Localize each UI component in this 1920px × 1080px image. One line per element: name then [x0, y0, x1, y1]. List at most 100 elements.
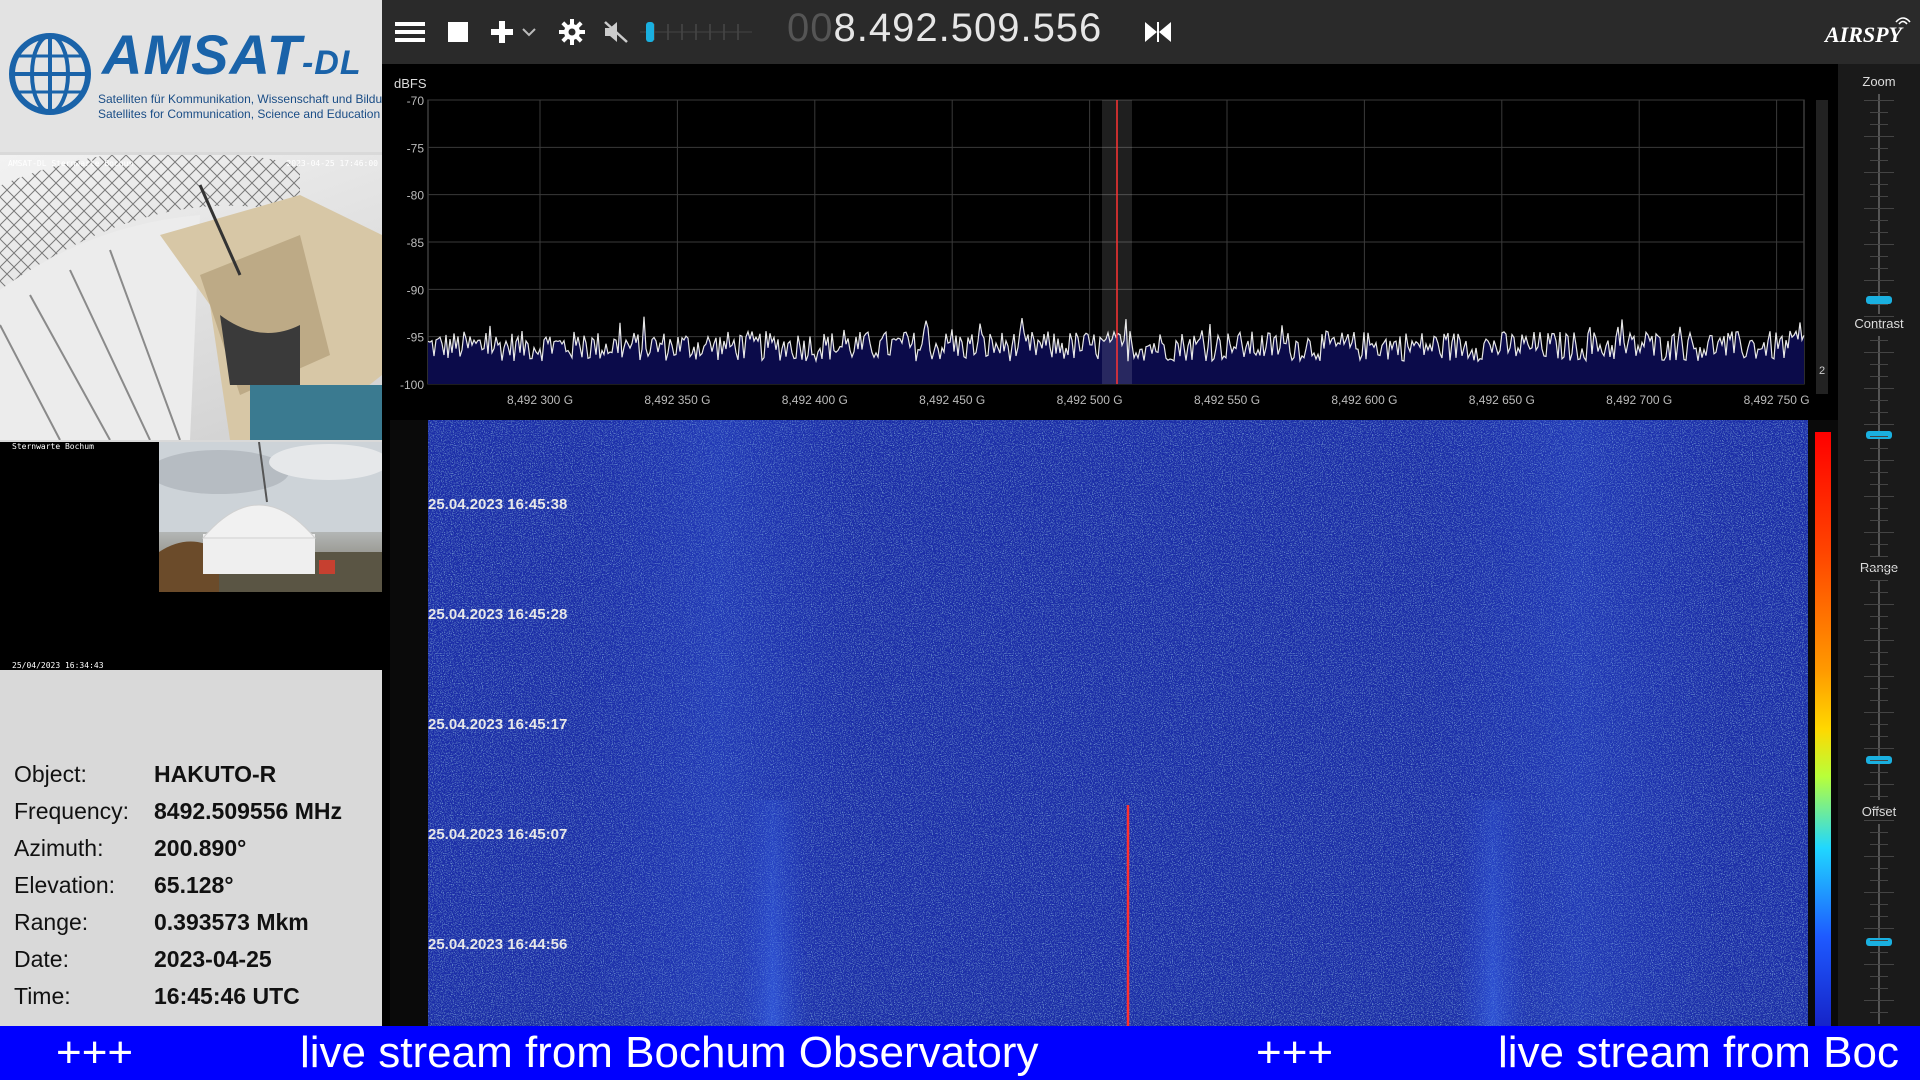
slider-tick	[1864, 388, 1894, 389]
info-value: HAKUTO-R	[154, 761, 277, 787]
slider-tick	[1870, 688, 1888, 689]
slider-tick	[1864, 280, 1894, 281]
waterfall-timestamp: 25.04.2023 16:45:17	[428, 716, 568, 733]
slider-tick	[1864, 532, 1894, 533]
zoom-slider-knob[interactable]	[1866, 296, 1892, 304]
slider-tick	[1870, 400, 1888, 401]
slider-tick	[1864, 352, 1894, 353]
slider-tick	[1870, 868, 1888, 869]
tracking-info-panel: Object: HAKUTO-R Frequency: 8492.509556 MHz…	[14, 756, 342, 1015]
slider-tick	[1864, 640, 1894, 641]
chevron-down-icon[interactable]	[520, 14, 538, 50]
slider-tick	[1870, 364, 1888, 365]
tagline-en: Satellites for Communication, Science an…	[98, 107, 381, 121]
slider-tick	[1870, 484, 1888, 485]
info-value: 2023-04-25	[154, 946, 272, 972]
x-tick-label: 8,492 550 G	[1194, 393, 1260, 407]
ticker-message: live stream from Boc	[1498, 1028, 1899, 1077]
slider-tick	[1864, 856, 1894, 857]
waterfall-timestamp: 25.04.2023 16:45:07	[428, 826, 568, 843]
slider-tick	[1870, 256, 1888, 257]
spectrum-scrollbar	[1816, 100, 1828, 394]
info-value: 65.128°	[154, 872, 234, 898]
wireless-icon	[1895, 17, 1911, 25]
zoom-slider[interactable]	[1878, 94, 1880, 314]
settings-icon[interactable]	[554, 14, 590, 50]
offset-label: Offset	[1861, 804, 1897, 819]
slider-tick	[1870, 196, 1888, 197]
slider-tick	[1870, 844, 1888, 845]
slider-tick	[1870, 916, 1888, 917]
news-ticker: +++ live stream from Bochum Observatory …	[0, 1026, 1920, 1080]
add-icon[interactable]	[484, 14, 520, 50]
contrast-slider[interactable]	[1878, 336, 1880, 556]
slider-tick	[1864, 100, 1894, 101]
slider-tick	[1870, 652, 1888, 653]
ticker-separator: +++	[1256, 1028, 1334, 1077]
info-key: Frequency:	[14, 798, 130, 824]
slider-tick	[1870, 904, 1888, 905]
info-row: Azimuth: 200.890°	[14, 830, 342, 867]
slider-tick	[1864, 460, 1894, 461]
slider-tick	[1870, 184, 1888, 185]
slider-tick	[1870, 124, 1888, 125]
observatory-image	[159, 442, 382, 592]
slider-tick	[1870, 436, 1888, 437]
slider-tick	[1870, 472, 1888, 473]
info-key: Range:	[14, 909, 89, 935]
info-key: Azimuth:	[14, 835, 104, 861]
waterfall-timestamp: 25.04.2023 16:44:56	[428, 936, 568, 953]
cam1-label: AMSAT-DL Sternwarte Bochum	[8, 159, 134, 168]
y-tick-label: -75	[407, 141, 425, 155]
zoom-label: Zoom	[1862, 74, 1896, 89]
slider-tick	[1870, 232, 1888, 233]
left-panel: AMSAT-DL Satelliten für Kommunikation, W…	[0, 0, 396, 1026]
airspy-logo: AIRSPY	[1824, 22, 1902, 47]
volume-slider[interactable]	[640, 14, 752, 50]
swap-icon[interactable]	[1138, 14, 1178, 50]
x-tick-label: 8,492 400 G	[782, 393, 848, 407]
slider-tick	[1870, 268, 1888, 269]
color-scale-bar	[1815, 432, 1831, 1026]
tagline-de: Satelliten für Kommunikation, Wissenscha…	[98, 92, 396, 106]
range-slider[interactable]	[1878, 580, 1880, 800]
menu-icon[interactable]	[392, 14, 428, 50]
slider-tick	[1870, 664, 1888, 665]
y-tick-label: -70	[407, 94, 425, 108]
sdr-toolbar: 008.492.509.556 AIRSPY	[382, 0, 1920, 64]
slider-tick	[1864, 604, 1894, 605]
slider-tick	[1870, 880, 1888, 881]
info-key: Elevation:	[14, 872, 116, 898]
mute-icon[interactable]	[598, 14, 634, 50]
slider-tick	[1870, 616, 1888, 617]
slider-tick	[1870, 592, 1888, 593]
waterfall-display[interactable]: 25.04.2023 16:45:38 25.04.2023 16:45:28 25…	[390, 420, 1838, 1026]
slider-tick	[1870, 736, 1888, 737]
slider-tick	[1864, 1000, 1894, 1001]
slider-tick	[1864, 208, 1894, 209]
info-value: 8492.509556 MHz	[154, 798, 342, 824]
slider-tick	[1864, 892, 1894, 893]
y-unit-label: dBFS	[394, 76, 427, 91]
slider-tick	[1870, 376, 1888, 377]
spectrum-plot[interactable]: -70 -75 -80 -85 -90 -95 -100 dBFS 8,492 300 G 8,4…	[382, 64, 1838, 416]
slider-tick	[1870, 808, 1888, 809]
frequency-display[interactable]: 008.492.509.556	[787, 6, 1102, 51]
slider-tick	[1870, 556, 1888, 557]
slider-tick	[1870, 544, 1888, 545]
offset-slider[interactable]	[1878, 824, 1880, 1024]
cam1-timestamp: 2023-04-25 17:46:00	[286, 159, 378, 168]
info-row: Range: 0.393573 Mkm	[14, 904, 342, 941]
info-key: Time:	[14, 983, 71, 1009]
info-value: 200.890°	[154, 835, 247, 861]
slider-tick	[1870, 580, 1888, 581]
slider-tick	[1864, 496, 1894, 497]
stop-icon[interactable]	[440, 14, 476, 50]
slider-tick	[1870, 988, 1888, 989]
slider-tick	[1870, 160, 1888, 161]
cam2-timestamp: 25/04/2023 16:34:43	[12, 661, 104, 670]
contrast-slider-knob[interactable]	[1866, 431, 1892, 439]
info-row: Elevation: 65.128°	[14, 867, 342, 904]
waterfall-timestamp: 25.04.2023 16:45:28	[428, 606, 568, 623]
dish-camera-view: AMSAT-DL Sternwarte Bochum 2023-04-25 17…	[0, 155, 382, 440]
